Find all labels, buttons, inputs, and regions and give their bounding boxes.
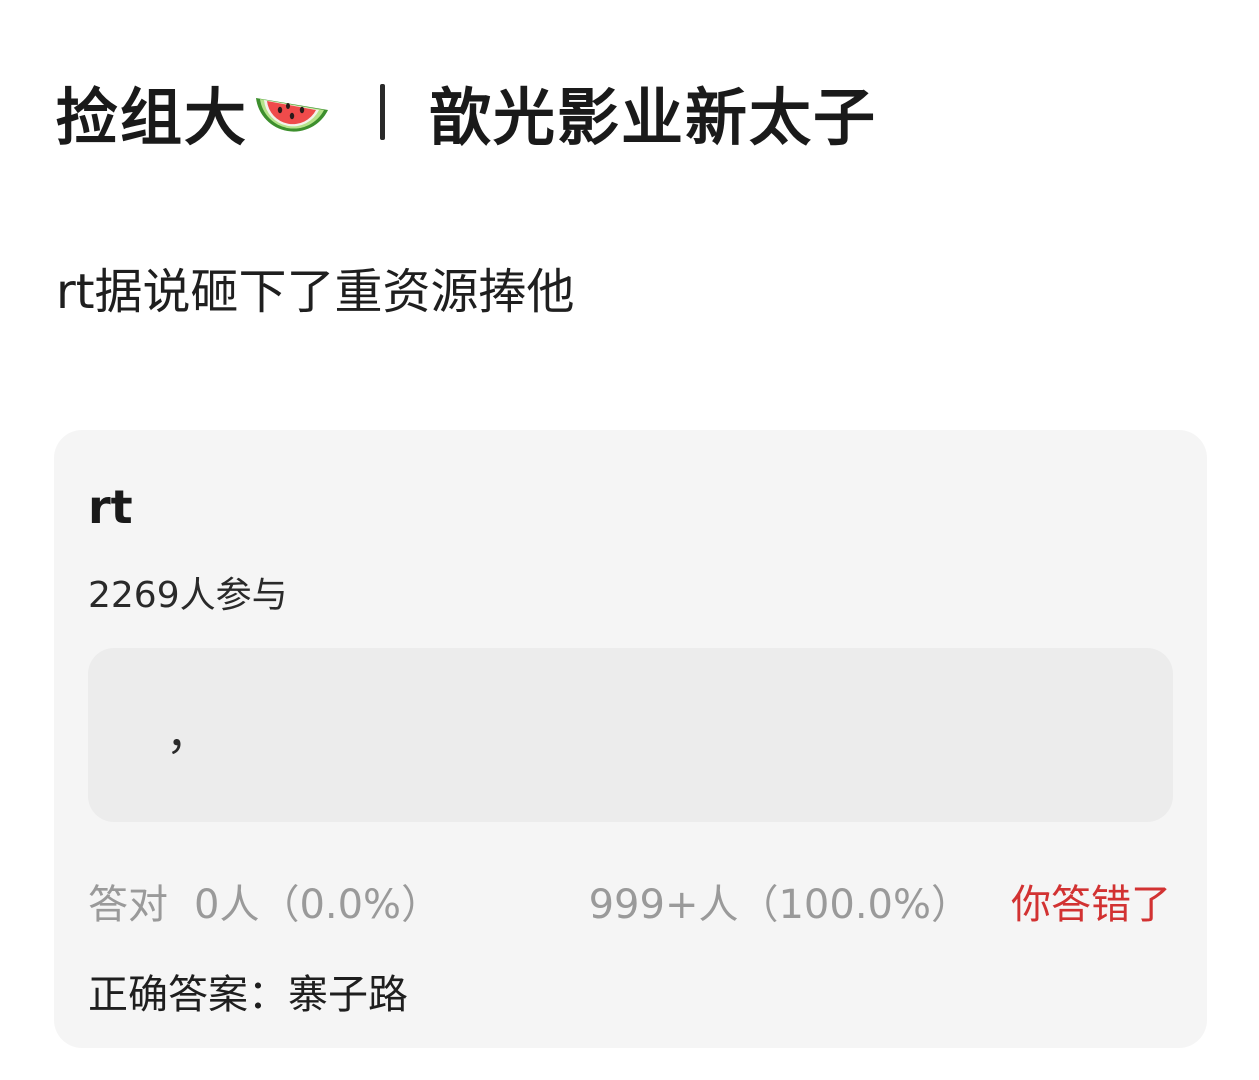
poll-option[interactable]: ， <box>88 648 1173 822</box>
result-badge: 你答错了 <box>1011 882 1171 928</box>
correct-label: 答对 <box>88 882 168 928</box>
wrong-stats: 999+人（100.0%） 你答错了 <box>589 872 1171 930</box>
poll-participants: 2269人参与 <box>88 575 288 616</box>
poll-option-label: ， <box>166 709 210 760</box>
post-body: rt据说砸下了重资源捧他 <box>56 264 575 320</box>
correct-answer: 正确答案：寨子路 <box>88 972 408 1018</box>
wrong-count: 999+人（100.0%） <box>588 882 971 928</box>
watermelon-icon <box>256 98 329 132</box>
title-part-1: 捡组大 <box>56 81 249 154</box>
title-divider <box>380 84 386 140</box>
post-page: 捡组大 歆光影业新太子 rt据说砸下了重资源捧他 rt 2269人参与 ， 答对… <box>0 0 1259 1080</box>
post-title: 捡组大 歆光影业新太子 <box>56 70 877 154</box>
correct-count: 0人（0.0%） <box>194 882 442 928</box>
correct-stats: 答对 0人（0.0%） <box>88 872 441 930</box>
title-part-2: 歆光影业新太子 <box>429 81 878 154</box>
poll-card: rt 2269人参与 ， 答对 0人（0.0%） 999+人（100.0%） 你答错… <box>54 430 1207 1048</box>
poll-question: rt <box>88 480 133 534</box>
